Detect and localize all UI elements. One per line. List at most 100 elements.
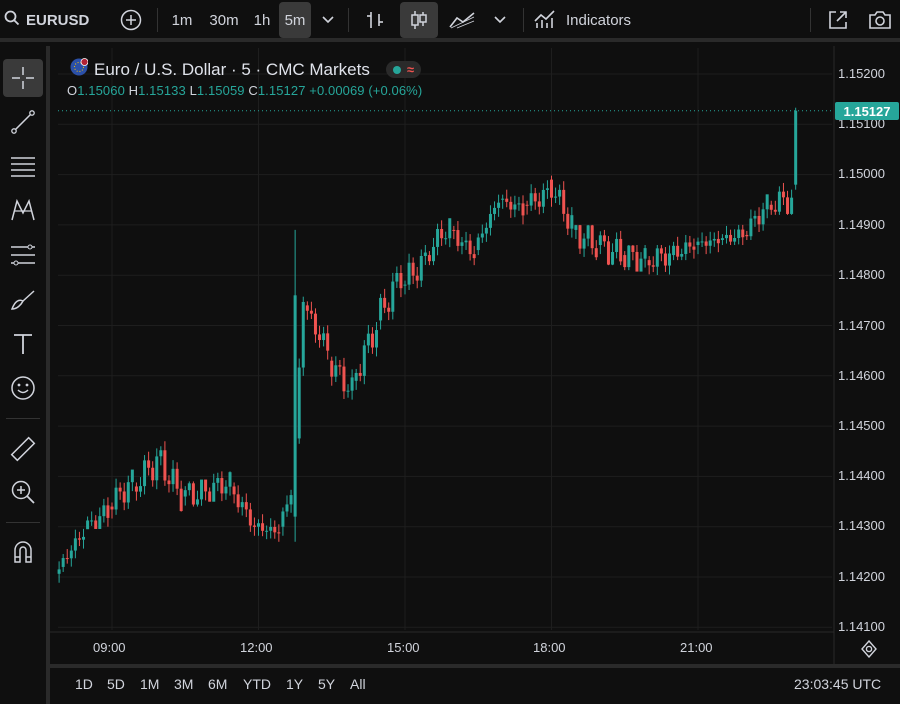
candle-body xyxy=(391,281,395,312)
candle-body xyxy=(574,225,578,230)
candle-body xyxy=(615,238,619,253)
magnet-icon[interactable] xyxy=(3,533,43,571)
fib-icon[interactable] xyxy=(3,237,43,275)
candle-body xyxy=(289,495,293,505)
symbol-search[interactable]: EURUSD xyxy=(4,0,96,40)
candle-body xyxy=(130,469,134,483)
brush-icon[interactable] xyxy=(3,281,43,319)
price-tick: 1.15200 xyxy=(838,66,885,81)
candlestick-chart[interactable] xyxy=(50,46,900,664)
open-new-window-icon[interactable] xyxy=(822,0,854,40)
candle-body xyxy=(61,558,65,567)
candle-body xyxy=(159,450,163,457)
candle-body xyxy=(94,520,98,529)
candle-body xyxy=(261,523,265,531)
timeframe-30m[interactable]: 30m xyxy=(204,0,244,40)
emoji-icon[interactable] xyxy=(3,369,43,407)
range-1m[interactable]: 1M xyxy=(140,676,159,692)
candle-body xyxy=(765,194,769,210)
range-3m[interactable]: 3M xyxy=(174,676,193,692)
candle-body xyxy=(106,505,110,518)
candle-body xyxy=(513,204,517,210)
candle-body xyxy=(167,480,171,485)
candle-body xyxy=(269,526,273,531)
chevron-down-icon[interactable] xyxy=(488,0,512,40)
candle-body xyxy=(265,530,269,532)
candle-body xyxy=(623,255,627,268)
candle-body xyxy=(395,273,399,282)
candle-body xyxy=(366,333,370,346)
price-tick: 1.14600 xyxy=(838,368,885,383)
candle-body xyxy=(757,215,761,225)
candle-body xyxy=(558,189,562,197)
crosshair-icon[interactable] xyxy=(3,59,43,97)
settings-icon[interactable] xyxy=(860,639,878,661)
last-price-tag: 1.15127 xyxy=(835,102,899,120)
candle-body xyxy=(611,252,615,265)
candle-body xyxy=(281,511,285,527)
candle-body xyxy=(362,345,366,376)
candle-body xyxy=(448,218,452,239)
open-value: 1.15060 xyxy=(77,83,125,98)
high-value: 1.15133 xyxy=(138,83,186,98)
chevron-down-icon[interactable] xyxy=(316,0,340,40)
range-all[interactable]: All xyxy=(350,676,366,692)
candle-body xyxy=(338,365,342,367)
candle-body xyxy=(293,295,297,517)
candle-body xyxy=(297,367,301,439)
bar-style-icon[interactable] xyxy=(360,0,390,40)
range-ytd[interactable]: YTD xyxy=(243,676,271,692)
text-icon[interactable] xyxy=(3,325,43,363)
area-style-icon[interactable] xyxy=(446,0,478,40)
candle-body xyxy=(65,558,69,560)
symbol-label[interactable]: EURUSD xyxy=(26,12,89,29)
candle-body xyxy=(379,297,383,321)
timeframe-1h[interactable]: 1h xyxy=(248,0,276,40)
candle-body xyxy=(537,201,541,207)
candle-body xyxy=(668,253,672,266)
utc-clock[interactable]: 23:03:45 UTC xyxy=(794,676,881,692)
candle-body xyxy=(525,204,529,206)
camera-icon[interactable] xyxy=(864,0,896,40)
candle-body xyxy=(533,193,537,202)
range-6m[interactable]: 6M xyxy=(208,676,227,692)
indicators-button[interactable]: Indicators xyxy=(534,0,650,40)
market-status-pill[interactable]: ≈ xyxy=(385,61,421,78)
candle-body xyxy=(342,366,346,392)
candle-body xyxy=(501,198,505,200)
range-5y[interactable]: 5Y xyxy=(318,676,335,692)
pattern-icon[interactable] xyxy=(3,191,43,229)
price-tick: 1.14400 xyxy=(838,468,885,483)
range-5d[interactable]: 5D xyxy=(107,676,125,692)
range-1y[interactable]: 1Y xyxy=(286,676,303,692)
candle-body xyxy=(606,241,610,265)
trend-line-icon[interactable] xyxy=(3,103,43,141)
candle-body xyxy=(224,486,228,494)
drawing-toolbar xyxy=(0,46,50,704)
candle-body xyxy=(187,483,191,491)
candle-style-icon[interactable] xyxy=(400,2,438,38)
range-1d[interactable]: 1D xyxy=(75,676,93,692)
candle-body xyxy=(208,491,212,502)
candle-body xyxy=(155,456,159,481)
add-symbol-icon[interactable] xyxy=(117,0,145,40)
candle-body xyxy=(745,234,749,237)
zoom-in-icon[interactable] xyxy=(3,473,43,511)
candle-body xyxy=(452,229,456,231)
search-icon[interactable] xyxy=(4,10,20,30)
ruler-icon[interactable] xyxy=(3,430,43,468)
candle-body xyxy=(383,297,387,308)
timeframe-1m[interactable]: 1m xyxy=(167,0,197,40)
candle-body xyxy=(659,248,663,254)
candle-body xyxy=(431,246,435,262)
price-tick: 1.14800 xyxy=(838,267,885,282)
market-open-dot xyxy=(392,65,401,74)
candle-body xyxy=(484,227,488,234)
candle-body xyxy=(676,245,680,257)
candle-body xyxy=(350,377,354,391)
candle-body xyxy=(472,254,476,259)
timeframe-5m[interactable]: 5m xyxy=(279,2,311,38)
candle-body xyxy=(318,334,322,341)
horizontal-lines-icon[interactable] xyxy=(3,147,43,185)
candle-body xyxy=(643,248,647,259)
